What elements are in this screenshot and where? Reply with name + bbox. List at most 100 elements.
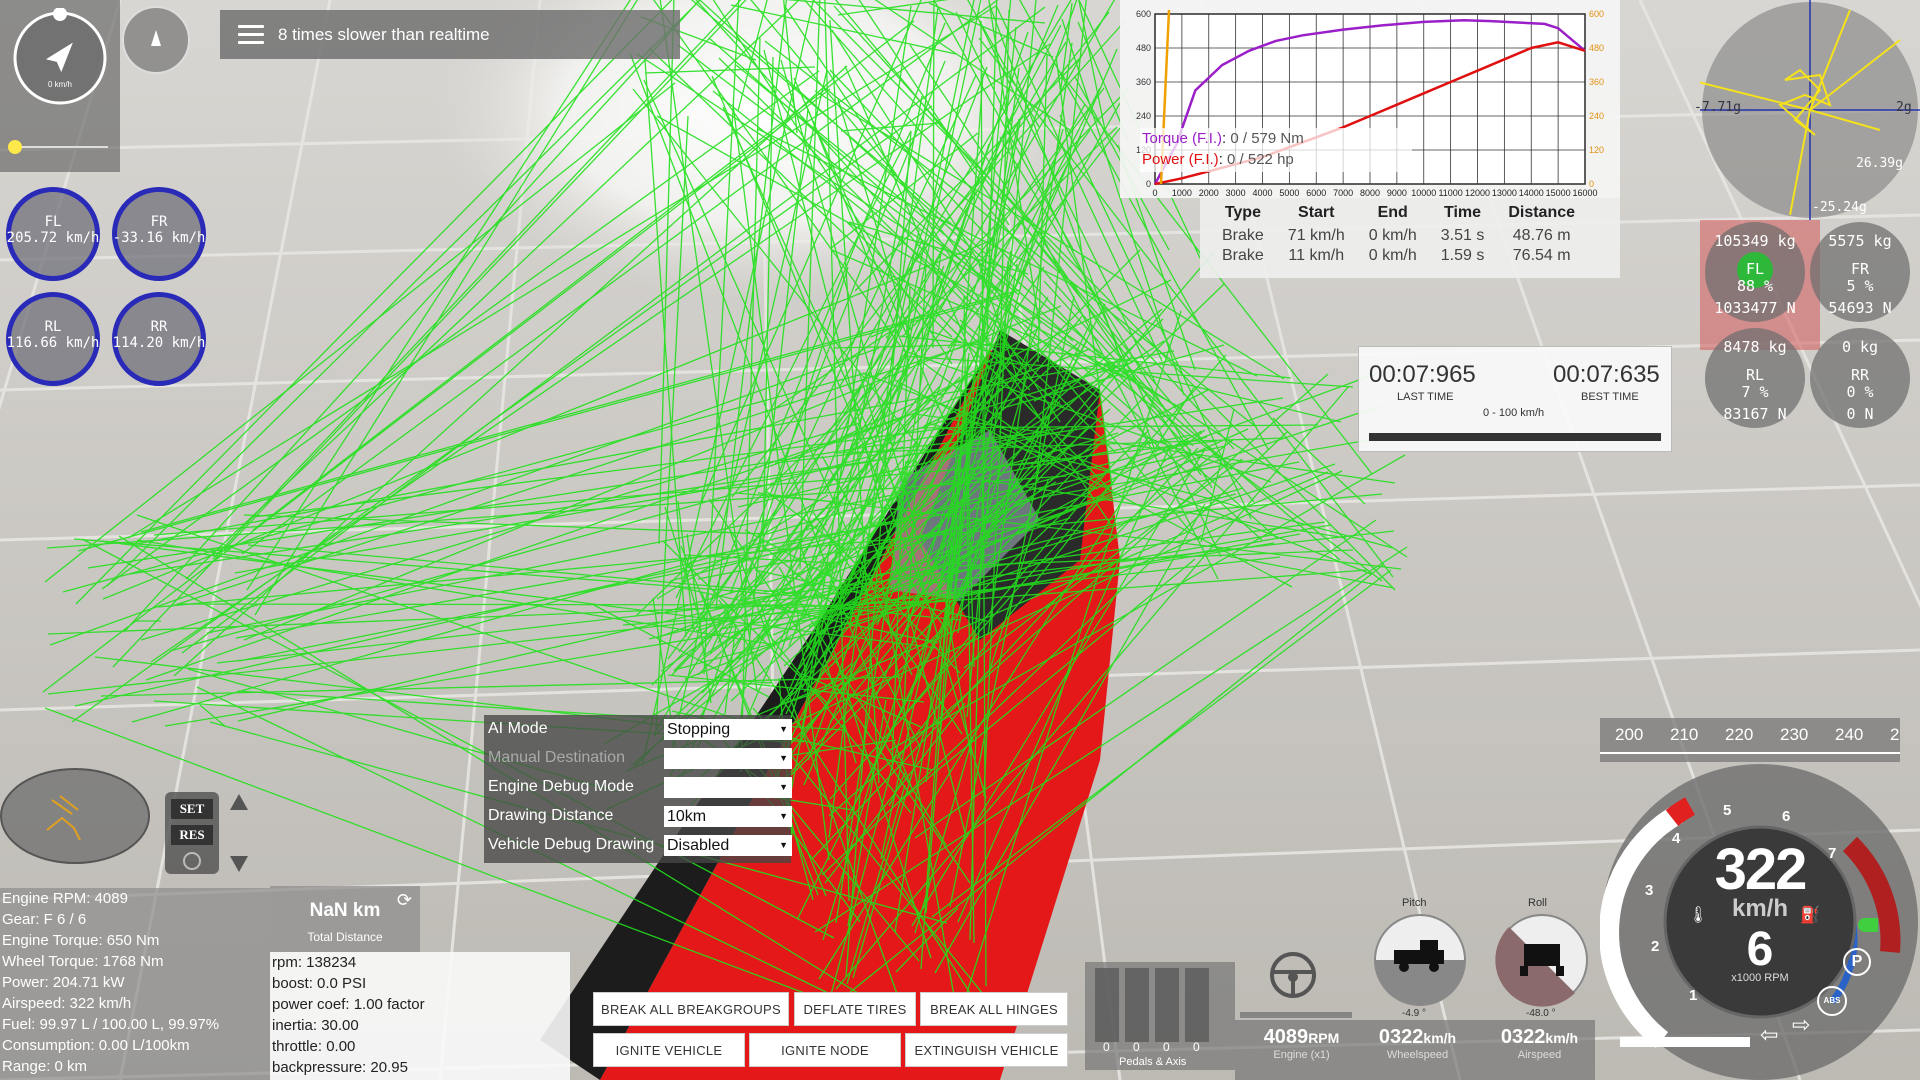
acceleration-timer: 00:07:965 LAST TIME 00:07:635 BEST TIME … xyxy=(1358,346,1672,452)
minimap-icon[interactable] xyxy=(120,4,192,76)
drawing-distance-row: Drawing Distance 10km ▼ xyxy=(488,804,792,828)
x-tick-label: 16000 xyxy=(1572,188,1597,198)
engine-rpm-readout: 4089RPM Engine (x1) xyxy=(1249,1026,1354,1061)
drawing-distance-label: Drawing Distance xyxy=(488,807,614,824)
debug-throttle: throttle: 0.00 xyxy=(272,1038,356,1055)
speed-tape-label: 230 xyxy=(1780,725,1809,744)
cruise-res-button[interactable]: RES xyxy=(171,825,213,845)
timer-range-label: 0 - 100 km/h xyxy=(1483,407,1545,419)
wheel-position-label: FL xyxy=(44,214,62,230)
engine-debug-mode-row: Engine Debug Mode ▼ xyxy=(488,775,792,799)
y-left-tick-label: 600 xyxy=(1136,9,1151,19)
stat-power: Power: 204.71 kW xyxy=(2,974,125,991)
wheelspeed-unit: km/h xyxy=(1423,1030,1457,1046)
tire-load-kg: 5575 kg xyxy=(1828,232,1892,250)
park-brake-icon: P xyxy=(1843,948,1871,976)
legend-power-name: Power (F.I.) xyxy=(1142,151,1219,168)
engine-rpm-unit: RPM xyxy=(1308,1030,1340,1046)
engine-debug-mode-label: Engine Debug Mode xyxy=(488,778,634,795)
table-cell: 3.51 s xyxy=(1440,227,1485,244)
break-all-breakgroups-button[interactable]: BREAK ALL BREAKGROUPS xyxy=(593,992,789,1026)
cruise-down-icon[interactable] xyxy=(230,856,248,872)
reset-icon[interactable]: ⟳ xyxy=(397,890,412,911)
wheel-speed-value: 116.66 km/h xyxy=(6,335,100,351)
speed-value: 322 xyxy=(1714,837,1808,902)
table-row: Brake 11 km/h 0 km/h 1.59 s 76.54 m xyxy=(1210,246,1587,266)
airspeed-unit: km/h xyxy=(1545,1030,1579,1046)
turn-left-icon[interactable]: ⇦ xyxy=(1760,1022,1778,1048)
drawing-distance-select[interactable]: 10km ▼ xyxy=(664,805,792,827)
manual-destination-select[interactable]: ▼ xyxy=(664,747,792,769)
x-tick-label: 14000 xyxy=(1519,188,1544,198)
ai-mode-select[interactable]: Stopping ▼ xyxy=(664,718,792,740)
chevron-down-icon: ▼ xyxy=(779,781,788,792)
x-tick-label: 5000 xyxy=(1279,188,1299,198)
y-right-tick-label: 600 xyxy=(1589,9,1604,19)
legend-torque-name: Torque (F.I.) xyxy=(1142,130,1223,147)
tire-position: RL xyxy=(1745,366,1765,384)
zoom-slider[interactable] xyxy=(8,140,108,154)
cruise-up-icon[interactable] xyxy=(230,794,248,810)
steering-icon xyxy=(46,795,81,841)
rpm-scale-label: x1000 RPM xyxy=(1731,972,1789,984)
steering-wheel-icon xyxy=(1270,952,1316,998)
x-tick-label: 10000 xyxy=(1411,188,1436,198)
last-time-label: LAST TIME xyxy=(1397,391,1454,403)
tire-load-kg: 8478 kg xyxy=(1723,338,1787,356)
rpm-tick-label: 3 xyxy=(1645,882,1654,899)
tire-load-rl: 8478 kg RL 7 % 83167 N xyxy=(1705,328,1805,428)
pedals-label: Pedals & Axis xyxy=(1119,1056,1187,1068)
chevron-down-icon: ▼ xyxy=(779,752,788,763)
x-tick-label: 2000 xyxy=(1199,188,1219,198)
table-cell: Brake xyxy=(1222,247,1264,264)
ignite-vehicle-button[interactable]: IGNITE VEHICLE xyxy=(593,1033,745,1067)
pedals-panel: 0 0 0 0 Pedals & Axis xyxy=(1085,962,1235,1070)
trip-distance-panel: NaN km Total Distance ⟳ xyxy=(270,886,420,952)
table-header-row: Type Start End Time Distance xyxy=(1210,204,1587,226)
ignite-node-button[interactable]: IGNITE NODE xyxy=(749,1033,901,1067)
stat-airspeed: Airspeed: 322 km/h xyxy=(2,995,132,1012)
vehicle-debug-drawing-row: Vehicle Debug Drawing Disabled ▼ xyxy=(488,833,792,857)
column-header: Type xyxy=(1224,204,1261,221)
simulation-speed-banner[interactable]: 8 times slower than realtime xyxy=(220,10,680,59)
tire-load-fr: 5575 kg FR 5 % 54693 N xyxy=(1810,222,1910,322)
tire-load-fl: 105349 kg FL 88 % 1033477 N xyxy=(1705,222,1805,322)
cruise-set-button[interactable]: SET xyxy=(171,799,213,819)
menu-icon[interactable] xyxy=(238,25,264,44)
debug-inertia: inertia: 30.00 xyxy=(272,1017,359,1034)
extinguish-vehicle-button[interactable]: EXTINGUISH VEHICLE xyxy=(905,1033,1068,1067)
table-cell: 11 km/h xyxy=(1288,247,1345,264)
roll-value: -48.0 ° xyxy=(1526,1008,1556,1019)
simulation-speed-text: 8 times slower than realtime xyxy=(278,24,490,44)
steering-bar xyxy=(1240,1012,1352,1018)
tire-load-pct: 5 % xyxy=(1846,277,1874,295)
airspeed-value: 0322 xyxy=(1500,1026,1546,1048)
stat-wheel-torque: Wheel Torque: 1768 Nm xyxy=(2,953,164,970)
column-header: Time xyxy=(1444,204,1482,221)
speed-tape-label: 210 xyxy=(1670,725,1699,744)
pitch-value: -4.9 ° xyxy=(1402,1008,1427,1019)
table-cell: 0 km/h xyxy=(1368,227,1417,244)
g-right-label: 2g xyxy=(1896,100,1912,115)
wheel-position-label: RR xyxy=(150,319,168,335)
speed-tape-label: 240 xyxy=(1835,725,1864,744)
g-bottom-label: -25.24g xyxy=(1812,200,1867,215)
deflate-tires-button[interactable]: DEFLATE TIRES xyxy=(794,992,916,1026)
compass-icon[interactable] xyxy=(10,8,110,108)
tire-position: FL xyxy=(1745,260,1765,278)
break-all-hinges-button[interactable]: BREAK ALL HINGES xyxy=(920,992,1068,1026)
manual-destination-row: Manual Destination ▼ xyxy=(488,746,792,770)
wheel-speed-rr: RR 114.20 km/h xyxy=(112,292,206,386)
x-tick-label: 7000 xyxy=(1333,188,1353,198)
timer-progress-bar xyxy=(1369,433,1661,441)
vehicle-debug-drawing-select[interactable]: Disabled ▼ xyxy=(664,834,792,856)
table-cell: 48.76 m xyxy=(1512,227,1571,244)
best-time-label: BEST TIME xyxy=(1581,391,1639,403)
turn-right-icon[interactable]: ⇨ xyxy=(1792,1012,1810,1038)
engine-debug-mode-select[interactable]: ▼ xyxy=(664,776,792,798)
airspeed-readout: 0322km/h Airspeed xyxy=(1487,1026,1592,1061)
navigation-panel: 0 km/h xyxy=(0,0,190,172)
x-tick-label: 8000 xyxy=(1360,188,1380,198)
vehicle-debug-drawing-label: Vehicle Debug Drawing xyxy=(488,836,655,853)
torque-power-chart: 0 1000 2000 3000 4000 5000 6000 7000 8000 9000 100… xyxy=(1120,0,1620,198)
